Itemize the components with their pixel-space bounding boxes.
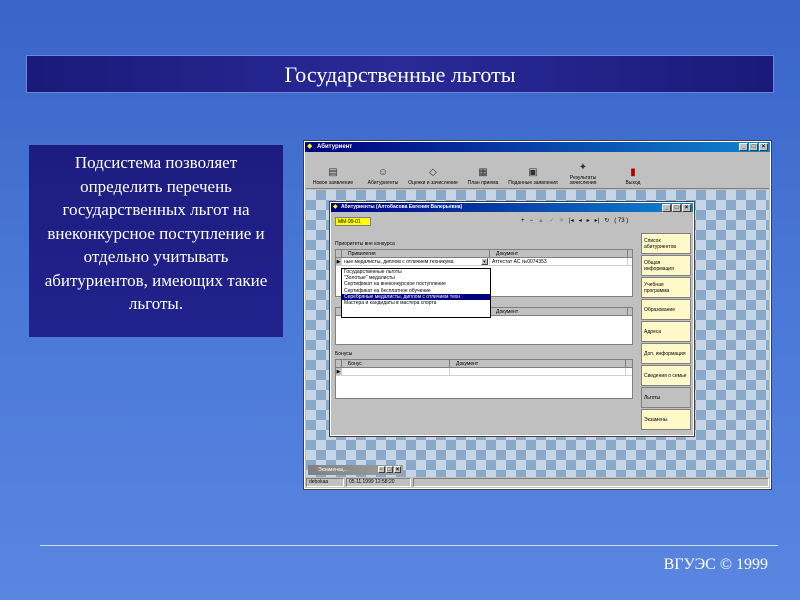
document-cell[interactable] [450, 368, 626, 375]
list-item[interactable]: Мастера и кандидаты в мастера спорта [342, 300, 490, 306]
tab-general-info[interactable]: Общая информация [641, 255, 691, 276]
bonus-cell[interactable] [342, 368, 450, 375]
bonus-grid: Бонус Документ ▶ [335, 359, 633, 399]
status-user: debokaa [306, 478, 344, 487]
priority-group-label: Приоритеты вне конкурса [335, 241, 395, 247]
app-window: ◆ Абитуриент _ □ × ▤ Новое заявление ☺ А… [303, 140, 772, 490]
column-header[interactable]: Документ [450, 360, 626, 367]
minimized-window[interactable]: Экзаменац... ▫ □ × [308, 465, 403, 475]
child-close-button[interactable]: × [682, 204, 691, 212]
tab-exams[interactable]: Экзамены [641, 409, 691, 430]
maximize-button[interactable]: □ [749, 143, 758, 151]
privilege-cell[interactable]: ные медалисты, диплом с отличием технику… [342, 258, 490, 265]
dropdown-arrow-icon[interactable]: ▼ [481, 258, 488, 265]
child-maximize-button[interactable]: □ [672, 204, 681, 212]
tab-study-program[interactable]: Учебная программа [641, 277, 691, 298]
tab-family-info[interactable]: Сведения о семье [641, 365, 691, 386]
child-title: Абитуриенты (Алтобасова Евгения Валерьев… [341, 204, 463, 210]
tab-applicant-list[interactable]: Список абитуриентов [641, 233, 691, 254]
footer-copyright: ВГУЭС © 1999 [663, 556, 768, 573]
refresh-icon[interactable]: ↻ [604, 217, 609, 226]
applicants-button[interactable]: ☺ Абитуриенты [358, 156, 408, 188]
record-count: ( 73 ) [614, 218, 629, 224]
document-cell[interactable]: Аттестат АС №0074353 [490, 258, 628, 265]
document-icon: ▤ [328, 167, 338, 178]
record-navigator: + − ▲ ✓ ✕ |◂ ◂ ▸ ▸| ↻ ( 73 ) [521, 217, 628, 226]
toolbar-label: Новое заявление [312, 180, 354, 186]
tab-benefits[interactable]: Льготы [641, 387, 691, 408]
post-record-icon[interactable]: ✓ [549, 217, 554, 226]
delete-record-icon[interactable]: − [530, 217, 534, 226]
maximize-button[interactable]: □ [386, 466, 393, 473]
side-tabs: Список абитуриентов Общая информация Уче… [641, 233, 691, 431]
child-minimize-button[interactable]: _ [662, 204, 671, 212]
child-titlebar: ◆ Абитуриенты (Алтобасова Евгения Валерь… [331, 203, 693, 212]
plan-icon: ▦ [478, 167, 488, 178]
people-icon: ☺ [377, 167, 389, 178]
toolbar: ▤ Новое заявление ☺ Абитуриенты ◇ Оценки… [306, 155, 769, 189]
app-icon: ◆ [307, 143, 313, 150]
status-panel [413, 478, 769, 487]
toolbar-label: Абитуриенты [367, 180, 399, 186]
new-application-button[interactable]: ▤ Новое заявление [308, 156, 358, 188]
applicant-code: ММ-99-01 [335, 217, 371, 226]
submitted-icon: ▣ [528, 167, 538, 178]
close-button[interactable]: × [394, 466, 401, 473]
restore-button[interactable]: ▫ [378, 466, 385, 473]
app-titlebar: ◆ Абитуриент _ □ × [305, 142, 770, 152]
toolbar-label: Результаты зачисления [569, 175, 597, 186]
exit-button[interactable]: ▮ Выход [608, 156, 658, 188]
add-record-icon[interactable]: + [521, 217, 525, 226]
prior-record-icon[interactable]: ◂ [579, 217, 582, 226]
exit-icon: ▮ [630, 167, 636, 178]
minimize-button[interactable]: _ [739, 143, 748, 151]
table-row[interactable]: ▶ [336, 368, 632, 376]
tab-education[interactable]: Образование [641, 299, 691, 320]
footer-divider [40, 545, 778, 546]
status-datetime: 05.11.1999 12:58:20 [346, 478, 411, 487]
bonus-group-label: Бонусы [335, 351, 353, 357]
grades-icon: ◇ [429, 167, 437, 178]
grades-button[interactable]: ◇ Оценки и зачисление [408, 156, 458, 188]
column-header[interactable]: Привилегия [342, 250, 490, 257]
applicants-window: ◆ Абитуриенты (Алтобасова Евгения Валерь… [329, 201, 695, 437]
cancel-record-icon[interactable]: ✕ [559, 217, 564, 226]
submitted-applications-button[interactable]: ▣ Поданные заявления [508, 156, 558, 188]
toolbar-label: Выход [625, 180, 641, 186]
tab-extra-info[interactable]: Доп. информация [641, 343, 691, 364]
minimized-window-title: Экзаменац... [318, 467, 348, 473]
privilege-dropdown-list[interactable]: Государственные льготы "Золотые" медалис… [341, 268, 491, 318]
toolbar-label: Поданные заявления [508, 180, 558, 186]
app-title: Абитуриент [317, 144, 353, 150]
description-box: Подсистема позволяет определить перечень… [29, 145, 283, 337]
toolbar-label: План приема [467, 180, 499, 186]
close-button[interactable]: × [759, 143, 768, 151]
results-button[interactable]: ✦ Результаты зачисления [558, 156, 608, 188]
column-header[interactable]: Документ [490, 250, 628, 257]
slide-title: Государственные льготы [26, 55, 774, 93]
tab-addresses[interactable]: Адреса [641, 321, 691, 342]
results-icon: ✦ [578, 162, 588, 173]
admission-plan-button[interactable]: ▦ План приема [458, 156, 508, 188]
last-record-icon[interactable]: ▸| [595, 217, 600, 226]
column-header[interactable]: Документ [490, 308, 628, 315]
first-record-icon[interactable]: |◂ [569, 217, 574, 226]
edit-record-icon[interactable]: ▲ [538, 217, 544, 226]
toolbar-label: Оценки и зачисление [408, 180, 458, 186]
mdi-area: ◆ Абитуриенты (Алтобасова Евгения Валерь… [306, 190, 769, 477]
window-icon: ◆ [333, 204, 338, 210]
status-bar: debokaa 05.11.1999 12:58:20 [306, 478, 769, 487]
next-record-icon[interactable]: ▸ [587, 217, 590, 226]
column-header[interactable]: Бонус [342, 360, 450, 367]
